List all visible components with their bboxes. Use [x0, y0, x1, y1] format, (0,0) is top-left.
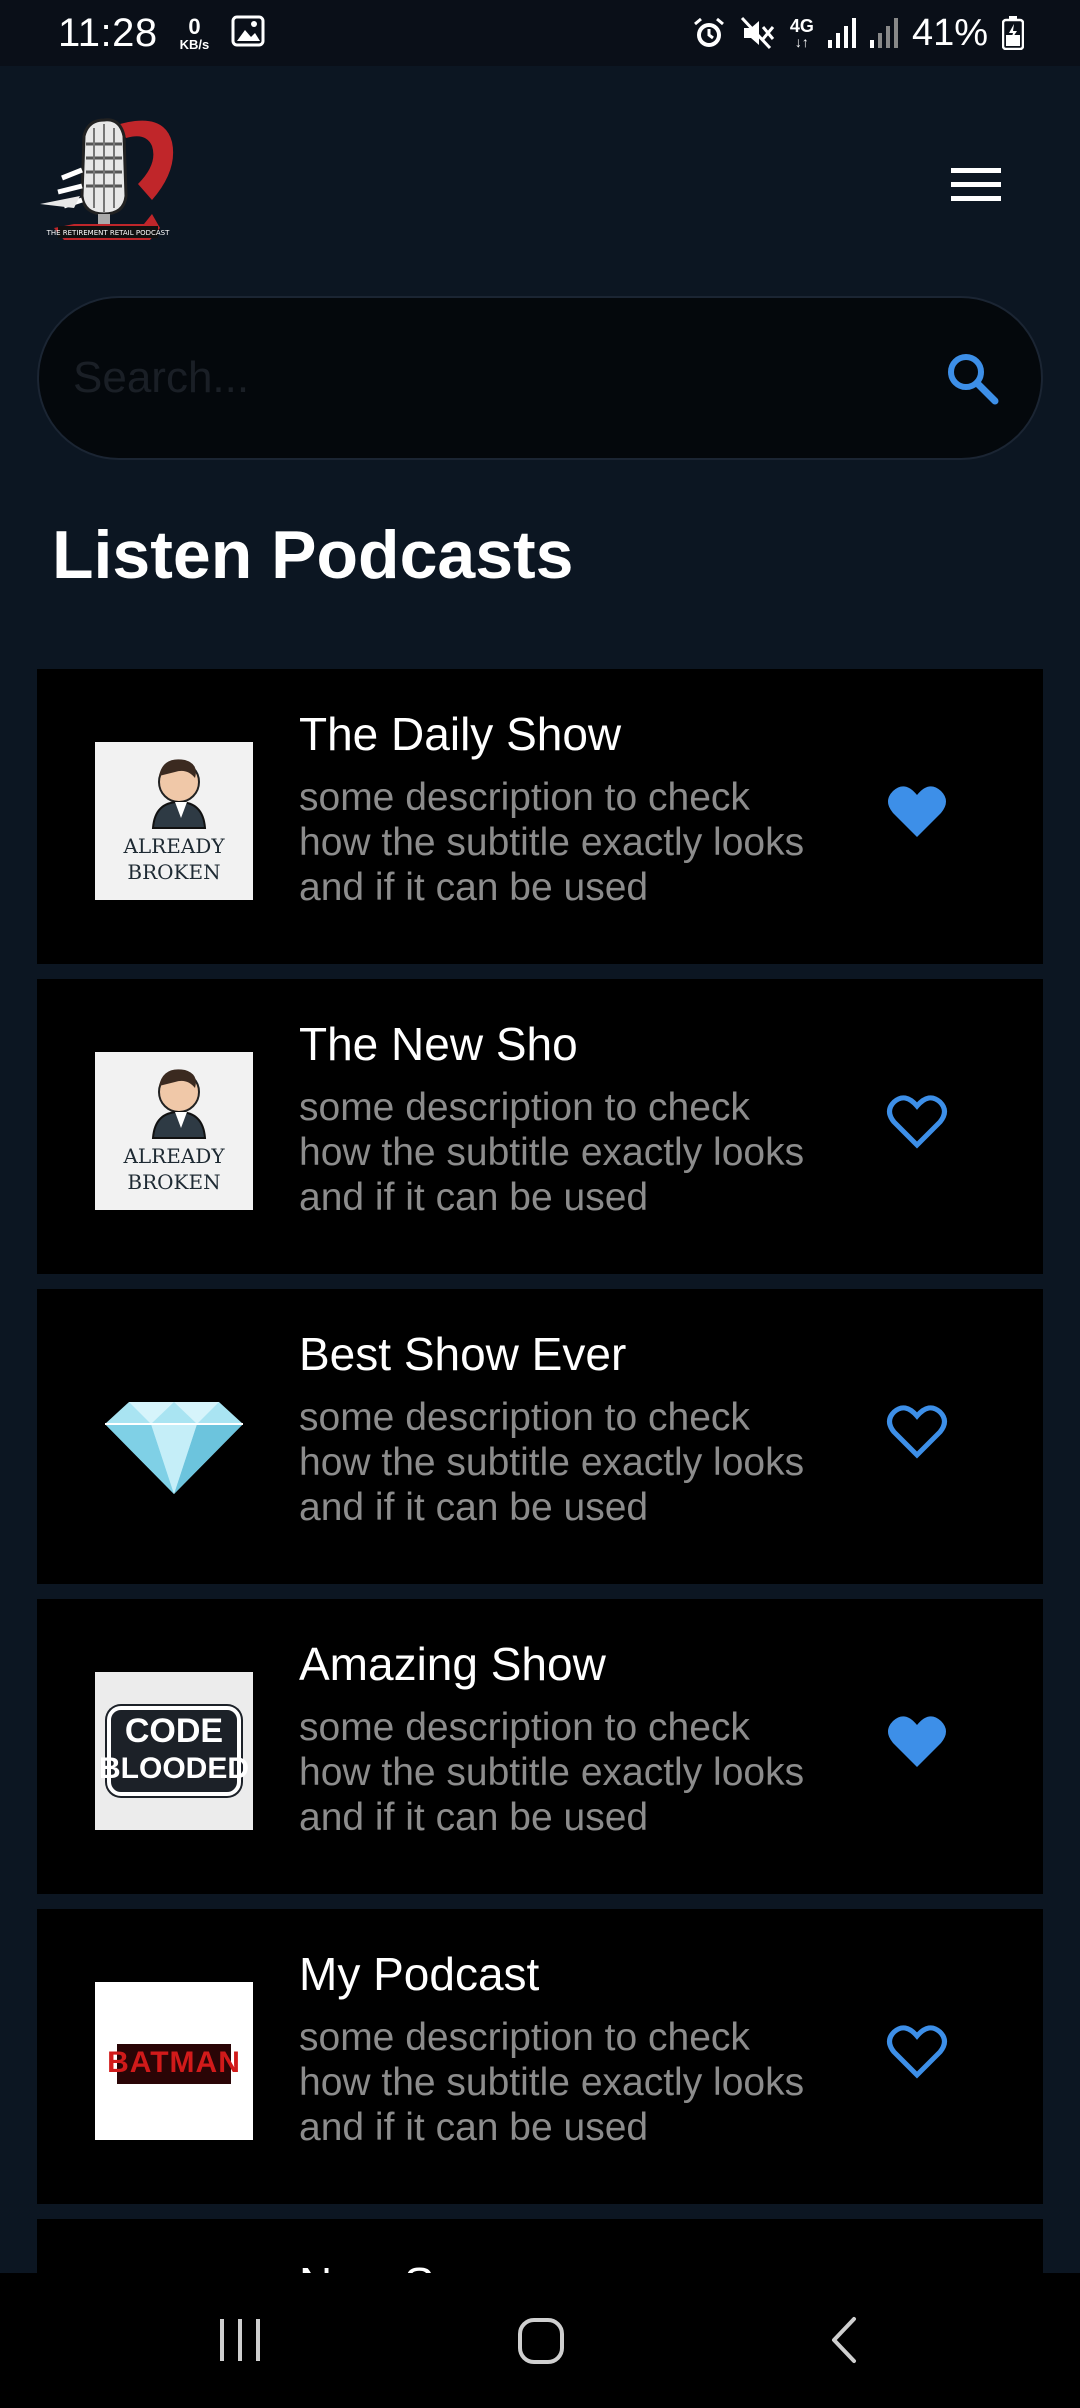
favorite-heart-outline-icon[interactable]	[885, 1401, 949, 1461]
network-type-label: 4G	[789, 16, 814, 36]
favorite-heart-outline-icon[interactable]	[885, 1091, 949, 1151]
search-icon[interactable]	[943, 349, 1001, 407]
podcast-description: some description to check how the subtit…	[299, 1086, 805, 1219]
podcast-thumbnail-code-blooded: CODE BLOODED	[95, 1672, 253, 1830]
podcast-thumbnail-diamond	[95, 1362, 253, 1520]
podcast-thumbnail-already-broken: ALREADY BROKEN	[95, 742, 253, 900]
podcast-title: The Daily Show	[299, 708, 622, 760]
favorite-heart-filled-icon[interactable]	[885, 1711, 949, 1771]
status-left: 11:28 0 KB/s	[58, 11, 265, 56]
status-bar: 11:28 0 KB/s 4G ↓↑ 41%	[0, 0, 1080, 66]
mute-icon	[740, 16, 776, 50]
status-time: 11:28	[58, 10, 158, 55]
podcast-card[interactable]: Best Show Ever some description to check…	[37, 1289, 1043, 1584]
podcast-card[interactable]: ALREADY BROKEN The Daily Show some descr…	[37, 669, 1043, 964]
podcast-description: some description to check how the subtit…	[299, 776, 805, 909]
data-arrows-icon: ↓↑	[794, 34, 809, 50]
podcast-logo-icon[interactable]: THE RETIREMENT RETAIL PODCAST	[34, 114, 182, 250]
network-type-icon: 4G ↓↑	[790, 17, 814, 49]
app-header: THE RETIREMENT RETAIL PODCAST	[0, 66, 1080, 296]
signal-strength-icon	[827, 18, 856, 48]
system-nav-bar	[0, 2273, 1080, 2408]
thumb-text-line-1: ALREADY	[123, 1144, 225, 1168]
podcast-card[interactable]: New Sync	[37, 2219, 1043, 2273]
image-notification-icon	[231, 15, 265, 52]
recents-icon[interactable]	[216, 2313, 264, 2372]
podcast-card[interactable]: CODE BLOODED Amazing Show some descripti…	[37, 1599, 1043, 1894]
net-speed: 0 KB/s	[179, 13, 210, 52]
podcast-list: ALREADY BROKEN The Daily Show some descr…	[37, 669, 1043, 2273]
podcast-thumbnail-already-broken: ALREADY BROKEN	[95, 1052, 253, 1210]
podcast-title: My Podcast	[299, 1948, 540, 2000]
thumb-text-line-2: BROKEN	[127, 860, 221, 884]
thumb-text-line-1: CODE	[124, 1712, 224, 1750]
podcast-title: Amazing Show	[299, 1638, 606, 1690]
podcast-description: some description to check how the subtit…	[299, 2016, 805, 2149]
battery-percent: 41%	[911, 11, 988, 54]
back-icon[interactable]	[826, 2313, 862, 2372]
thumb-text-line-1: BATMAN	[107, 2046, 241, 2079]
thumb-text-line-2: BLOODED	[99, 1752, 249, 1785]
podcast-description: some description to check how the subtit…	[299, 1706, 805, 1839]
podcast-title: New Sync	[299, 2257, 506, 2273]
thumb-text-line-1: ALREADY	[123, 834, 225, 858]
search-input[interactable]	[73, 353, 943, 403]
favorite-heart-outline-icon[interactable]	[885, 2021, 949, 2081]
thumb-text-line-2: BROKEN	[127, 1170, 221, 1194]
net-speed-value: 0	[188, 13, 201, 39]
battery-icon	[1002, 16, 1024, 50]
svg-text:THE RETIREMENT RETAIL PODCAST: THE RETIREMENT RETAIL PODCAST	[46, 229, 171, 237]
podcast-thumbnail-batman: BATMAN	[95, 1982, 253, 2140]
status-right: 4G ↓↑ 41%	[692, 12, 1024, 55]
page-title: Listen Podcasts	[52, 517, 574, 593]
favorite-heart-filled-icon[interactable]	[885, 781, 949, 841]
alarm-icon	[692, 16, 726, 50]
search-bar	[37, 296, 1043, 460]
podcast-description: some description to check how the subtit…	[299, 1396, 805, 1529]
podcast-title: Best Show Ever	[299, 1328, 627, 1380]
podcast-card[interactable]: BATMAN My Podcast some description to ch…	[37, 1909, 1043, 2204]
home-icon[interactable]	[516, 2313, 566, 2372]
net-speed-unit: KB/s	[179, 36, 210, 52]
podcast-card[interactable]: ALREADY BROKEN The New Sho some descript…	[37, 979, 1043, 1274]
podcast-title: The New Sho	[299, 1018, 578, 1070]
hamburger-menu-icon[interactable]	[946, 162, 1006, 208]
signal-strength-2-icon	[869, 18, 898, 48]
